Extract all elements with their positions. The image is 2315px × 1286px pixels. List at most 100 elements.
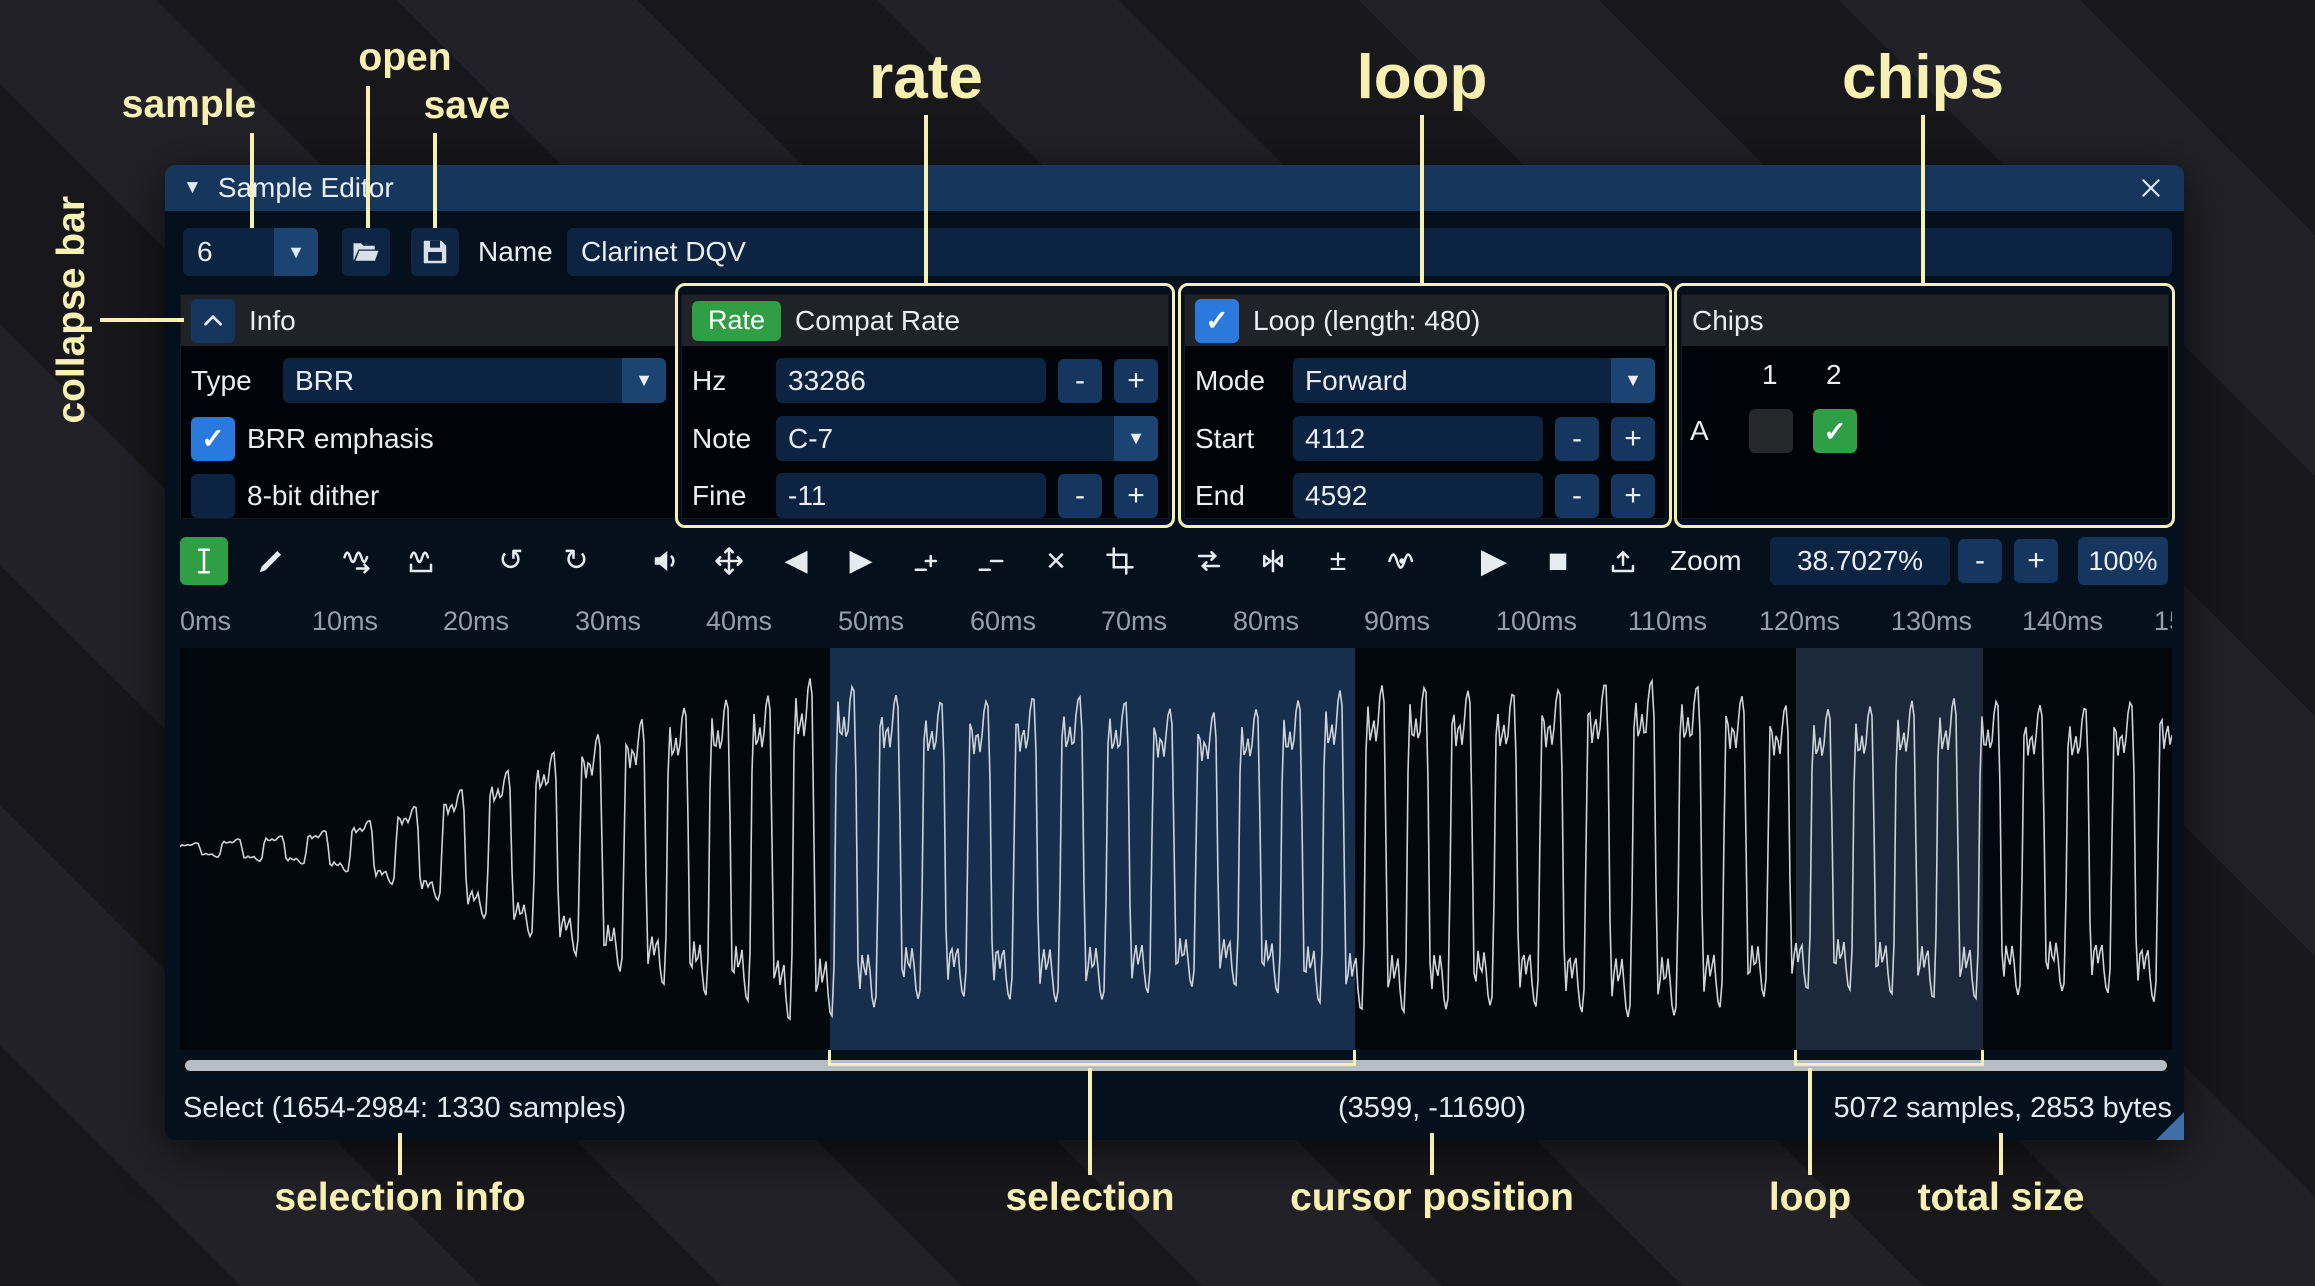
chip-2-checkbox[interactable]: ✓ xyxy=(1813,409,1857,453)
ruler-label: 110ms xyxy=(1628,606,1707,637)
loop-panel: ✓ Loop (length: 480) Mode Forward ▼ Star… xyxy=(1184,294,1666,519)
collapse-window-icon[interactable]: ▼ xyxy=(183,177,202,199)
annotation-line-open xyxy=(366,86,370,228)
loop-start-increase-button[interactable]: + xyxy=(1611,417,1655,461)
zoom-value-input[interactable]: 38.7027% xyxy=(1770,537,1950,585)
sample-editor-window: ▼ Sample Editor 6 ▼ Name Clarinet DQV xyxy=(165,165,2184,1140)
insert-silence-button[interactable] xyxy=(903,537,951,585)
play-icon: ▶ xyxy=(1481,544,1507,578)
close-icon[interactable] xyxy=(2136,173,2166,203)
collapse-bar-button[interactable] xyxy=(191,299,235,343)
chip-column-2-label: 2 xyxy=(1826,359,1842,391)
note-dropdown[interactable]: C-7 ▼ xyxy=(776,416,1158,461)
fine-increase-button[interactable]: + xyxy=(1114,474,1158,518)
zoom-out-button[interactable]: - xyxy=(1958,539,2002,583)
ruler-label: 40ms xyxy=(706,606,772,637)
chips-panel-header: Chips xyxy=(1682,295,2168,346)
loop-start-decrease-button[interactable]: - xyxy=(1555,417,1599,461)
hz-input[interactable]: 33286 xyxy=(776,358,1046,403)
annotation-line-rate xyxy=(924,115,928,283)
create-wavetable-button[interactable] xyxy=(1599,537,1647,585)
stop-preview-button[interactable]: ■ xyxy=(1534,537,1582,585)
total-size-text: 5072 samples, 2853 bytes xyxy=(1833,1083,2172,1133)
crop-icon xyxy=(1105,546,1135,576)
zoom-label: Zoom xyxy=(1670,537,1742,585)
ruler-label: 70ms xyxy=(1101,606,1167,637)
select-tool-button[interactable] xyxy=(180,537,228,585)
waveform-plot xyxy=(180,648,2172,1050)
brr-emphasis-label: BRR emphasis xyxy=(247,423,434,455)
chips-panel-title: Chips xyxy=(1692,305,1764,337)
invert-button[interactable] xyxy=(1249,537,1297,585)
loop-end-increase-button[interactable]: + xyxy=(1611,474,1655,518)
hz-increase-button[interactable]: + xyxy=(1114,359,1158,403)
annotation-line-selection xyxy=(1088,1068,1092,1175)
fade-in-button[interactable]: ◀ xyxy=(772,537,820,585)
annotation-line-loop-marker xyxy=(1808,1068,1812,1175)
dither-checkbox[interactable] xyxy=(191,474,235,518)
trim-button[interactable] xyxy=(1096,537,1144,585)
preview-button[interactable]: ▶ xyxy=(1470,537,1518,585)
zoom-in-button[interactable]: + xyxy=(2014,539,2058,583)
brr-emphasis-checkbox[interactable]: ✓ xyxy=(191,417,235,461)
signed-unsigned-button[interactable]: ± xyxy=(1314,537,1362,585)
loop-start-input[interactable]: 4112 xyxy=(1293,416,1543,461)
annotation-loop-marker: loop xyxy=(1769,1176,1851,1220)
loop-end-decrease-button[interactable]: - xyxy=(1555,474,1599,518)
info-panel-title: Info xyxy=(249,305,296,337)
annotation-bracket-selection xyxy=(828,1050,1356,1066)
timeline-ruler: 0ms 10ms 20ms 30ms 40ms 50ms 60ms 70ms 8… xyxy=(180,600,2172,642)
hz-decrease-button[interactable]: - xyxy=(1058,359,1102,403)
reverse-button[interactable] xyxy=(1185,537,1233,585)
apply-silence-button[interactable] xyxy=(967,537,1015,585)
filter-button[interactable] xyxy=(1378,537,1426,585)
chevron-down-icon: ▼ xyxy=(622,358,666,403)
mode-label: Mode xyxy=(1195,365,1281,397)
redo-icon: ↻ xyxy=(563,546,588,576)
waveform-display[interactable] xyxy=(180,648,2172,1050)
delete-button[interactable]: × xyxy=(1032,537,1080,585)
resize-grip[interactable] xyxy=(2156,1112,2184,1140)
ruler-label: 140ms xyxy=(2022,606,2103,637)
resample-button[interactable] xyxy=(333,537,381,585)
chevron-up-icon xyxy=(200,308,226,334)
titlebar[interactable]: ▼ Sample Editor xyxy=(165,165,2184,211)
ruler-label: 0ms xyxy=(180,606,231,637)
sample-index-dropdown[interactable]: 6 ▼ xyxy=(183,228,318,276)
sample-name-input[interactable]: Clarinet DQV xyxy=(567,228,2172,276)
annotation-line-total-size xyxy=(1999,1133,2003,1175)
check-icon: ✓ xyxy=(1205,304,1228,337)
open-sample-button[interactable] xyxy=(342,228,390,276)
draw-tool-button[interactable] xyxy=(247,537,295,585)
resize-button[interactable] xyxy=(705,537,753,585)
sample-name-value: Clarinet DQV xyxy=(581,236,746,268)
loop-start-label: Start xyxy=(1195,423,1281,455)
folder-open-icon xyxy=(351,237,381,267)
chip-1-checkbox[interactable] xyxy=(1749,409,1793,453)
info-panel-header: Info xyxy=(181,295,676,346)
chevron-down-icon: ▼ xyxy=(1114,416,1158,461)
fine-decrease-button[interactable]: - xyxy=(1058,474,1102,518)
silence-plus-icon xyxy=(912,546,942,576)
fade-out-button[interactable]: ▶ xyxy=(837,537,885,585)
sample-index-value: 6 xyxy=(183,236,274,268)
wavetable-button[interactable] xyxy=(397,537,445,585)
zoom-reset-button[interactable]: 100% xyxy=(2078,537,2168,585)
fine-input[interactable]: -11 xyxy=(776,473,1046,518)
type-label: Type xyxy=(191,365,271,397)
hz-label: Hz xyxy=(692,365,764,397)
fade-in-icon: ◀ xyxy=(784,546,807,576)
undo-button[interactable]: ↺ xyxy=(487,537,535,585)
save-sample-button[interactable] xyxy=(411,228,459,276)
annotation-chips: chips xyxy=(1842,42,2004,113)
loop-end-input[interactable]: 4592 xyxy=(1293,473,1543,518)
type-dropdown[interactable]: BRR ▼ xyxy=(283,358,666,403)
rate-mode-button[interactable]: Rate xyxy=(692,301,781,341)
loop-enable-checkbox[interactable]: ✓ xyxy=(1195,299,1239,343)
annotation-line-sample xyxy=(250,133,254,228)
annotation-selection-info: selection info xyxy=(274,1176,525,1220)
upload-icon xyxy=(1608,546,1638,576)
redo-button[interactable]: ↻ xyxy=(552,537,600,585)
loop-mode-dropdown[interactable]: Forward ▼ xyxy=(1293,358,1655,403)
amplify-button[interactable] xyxy=(642,537,690,585)
